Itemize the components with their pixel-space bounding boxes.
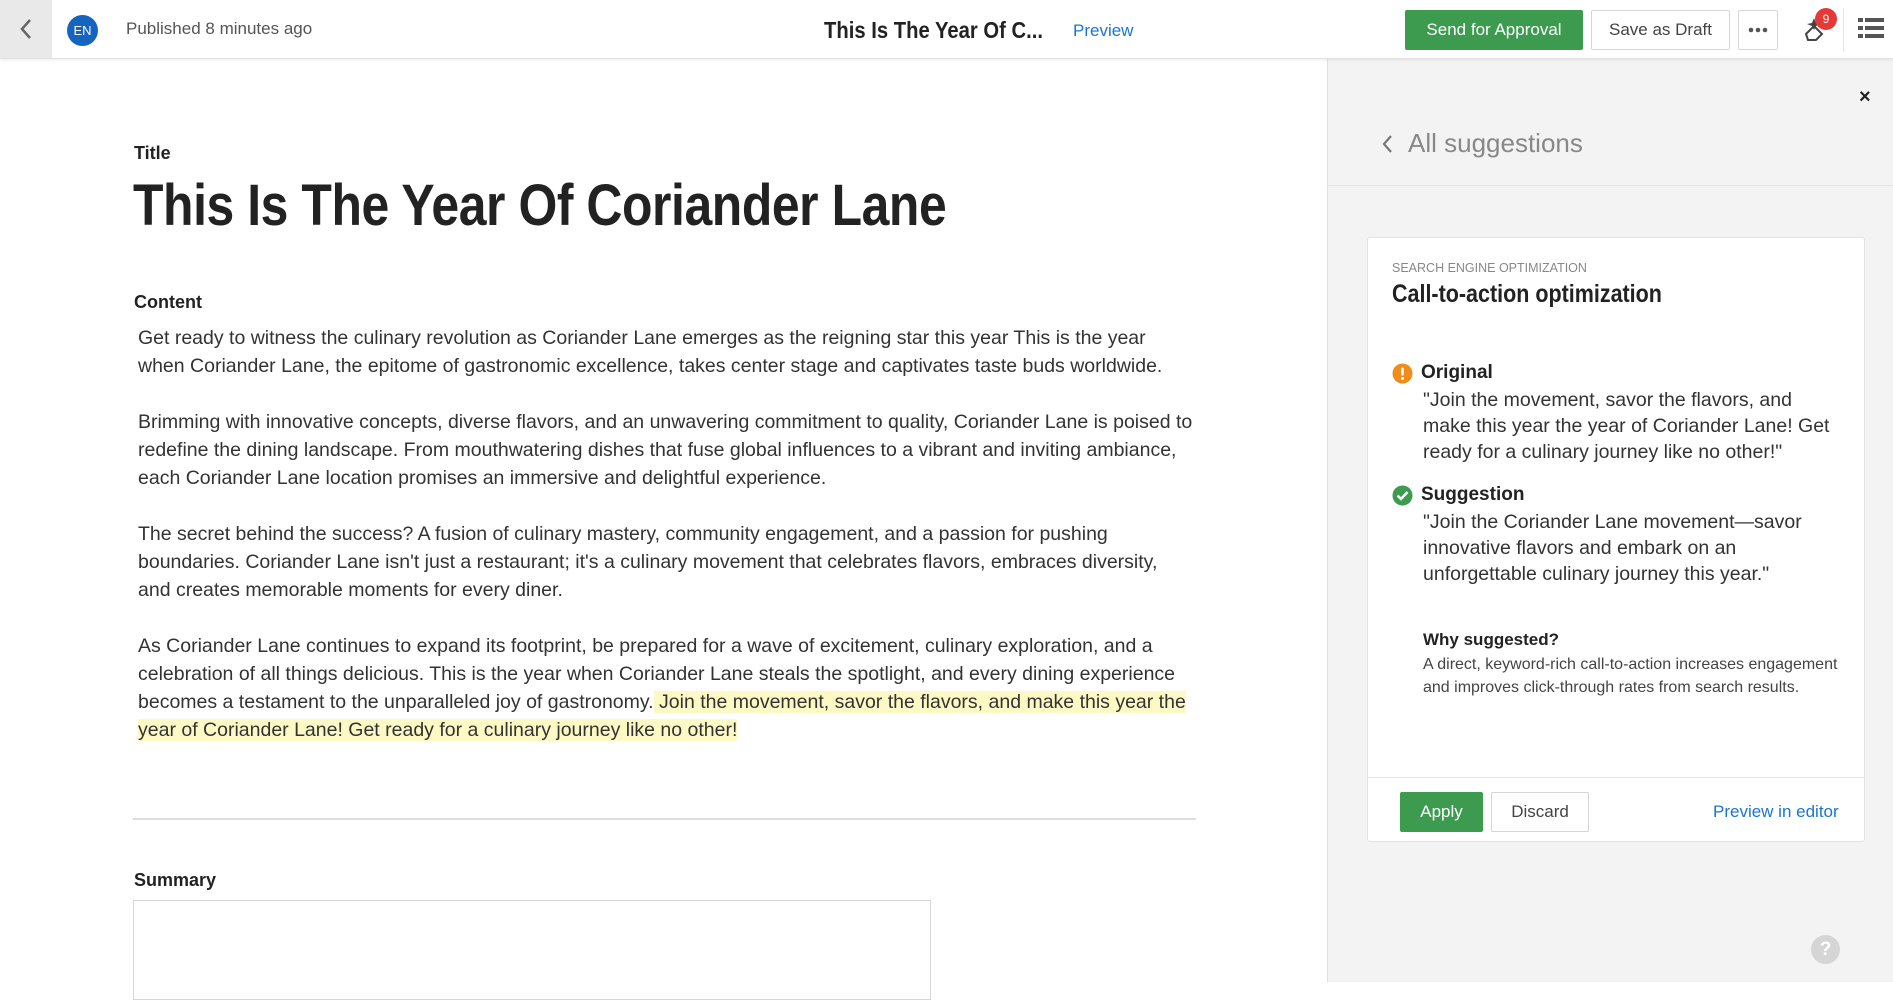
title-label: Title (134, 143, 171, 163)
original-label: Original (1421, 362, 1493, 383)
title-field[interactable]: This Is The Year Of Coriander Lane (133, 172, 947, 239)
back-button[interactable] (0, 0, 52, 58)
list-view-button[interactable] (1858, 16, 1886, 44)
original-heading: Original (1392, 362, 1493, 384)
more-options-button[interactable] (1738, 10, 1778, 50)
list-icon (1858, 18, 1884, 38)
summary-label: Summary (134, 870, 217, 890)
discard-button[interactable]: Discard (1491, 792, 1589, 832)
help-icon[interactable]: ? (1811, 935, 1840, 964)
toolbar-divider (1843, 8, 1844, 52)
content-editor[interactable]: Get ready to witness the culinary revolu… (138, 324, 1193, 772)
preview-link[interactable]: Preview (1073, 21, 1133, 41)
send-for-approval-button[interactable]: Send for Approval (1405, 10, 1583, 50)
panel-divider (1327, 185, 1893, 186)
chevron-left-icon (20, 19, 31, 39)
suggestion-heading: Suggestion (1392, 484, 1524, 506)
save-as-draft-button[interactable]: Save as Draft (1591, 10, 1730, 50)
all-suggestions-label: All suggestions (1408, 128, 1583, 158)
chevron-left-icon (1382, 134, 1392, 153)
notification-badge: 9 (1815, 8, 1837, 30)
suggestion-label: Suggestion (1421, 484, 1525, 505)
original-text: "Join the movement, savor the flavors, a… (1423, 389, 1830, 463)
apply-button[interactable]: Apply (1400, 792, 1483, 832)
all-suggestions-link[interactable]: All suggestions (1380, 128, 1583, 159)
more-dots-icon (1748, 27, 1768, 33)
language-badge[interactable]: EN (67, 15, 98, 46)
card-footer-divider (1368, 777, 1864, 778)
preview-in-editor-link[interactable]: Preview in editor (1713, 802, 1839, 822)
section-divider (133, 818, 1196, 820)
summary-input[interactable] (133, 900, 931, 1000)
content-paragraph: Brimming with innovative concepts, diver… (138, 411, 1193, 489)
content-label: Content (134, 292, 202, 312)
suggestion-category: SEARCH ENGINE OPTIMIZATION (1392, 261, 1587, 275)
why-suggested-text: A direct, keyword-rich call-to-action in… (1423, 656, 1838, 696)
suggestion-title: Call-to-action optimization (1392, 280, 1662, 308)
content-paragraph-last: As Coriander Lane continues to expand it… (138, 632, 1193, 744)
suggestion-text: "Join the Coriander Lane movement—savor … (1423, 511, 1802, 585)
suggestion-card: SEARCH ENGINE OPTIMIZATION Call-to-actio… (1367, 237, 1865, 842)
warning-icon (1392, 363, 1413, 383)
check-circle-icon (1392, 485, 1413, 505)
document-title: This Is The Year Of C... (824, 17, 1043, 43)
top-bar: EN Published 8 minutes ago This Is The Y… (0, 0, 1893, 59)
why-suggested-label: Why suggested? (1423, 630, 1560, 649)
publish-status: Published 8 minutes ago (126, 19, 313, 38)
close-panel-button[interactable]: × (1859, 86, 1871, 109)
content-paragraph: The secret behind the success? A fusion … (138, 523, 1158, 601)
content-paragraph: Get ready to witness the culinary revolu… (138, 327, 1163, 377)
